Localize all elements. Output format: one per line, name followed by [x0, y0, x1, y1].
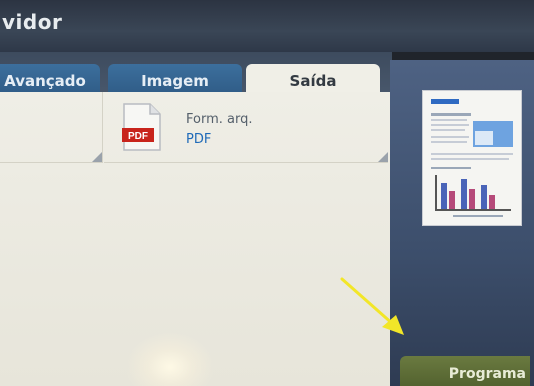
pdf-icon-text: PDF [128, 131, 148, 142]
document-preview-thumbnail[interactable] [422, 90, 522, 226]
pdf-file-icon: PDF [122, 103, 161, 151]
file-format-label: Form. arq. [186, 112, 253, 127]
settings-cell-empty[interactable] [0, 92, 103, 163]
program-button[interactable]: Programa [400, 356, 530, 386]
corner-indicator-icon [92, 152, 102, 162]
corner-indicator-icon [378, 152, 388, 162]
preview-panel: Programa [390, 60, 534, 386]
arrow-annotation-icon [340, 277, 404, 335]
title-bar: vidor [0, 0, 534, 52]
output-settings-panel: PDF Form. arq. PDF [0, 92, 390, 386]
light-reflection [125, 332, 215, 386]
file-format-setting[interactable]: PDF [104, 92, 388, 163]
window-title: vidor [2, 10, 63, 34]
tab-bar: Avançado Imagem Saída [0, 52, 392, 98]
file-format-value: PDF [186, 132, 212, 147]
document-preview-image [431, 99, 513, 217]
device-screen: vidor Avançado Imagem Saída PDF Form. ar… [0, 0, 534, 386]
